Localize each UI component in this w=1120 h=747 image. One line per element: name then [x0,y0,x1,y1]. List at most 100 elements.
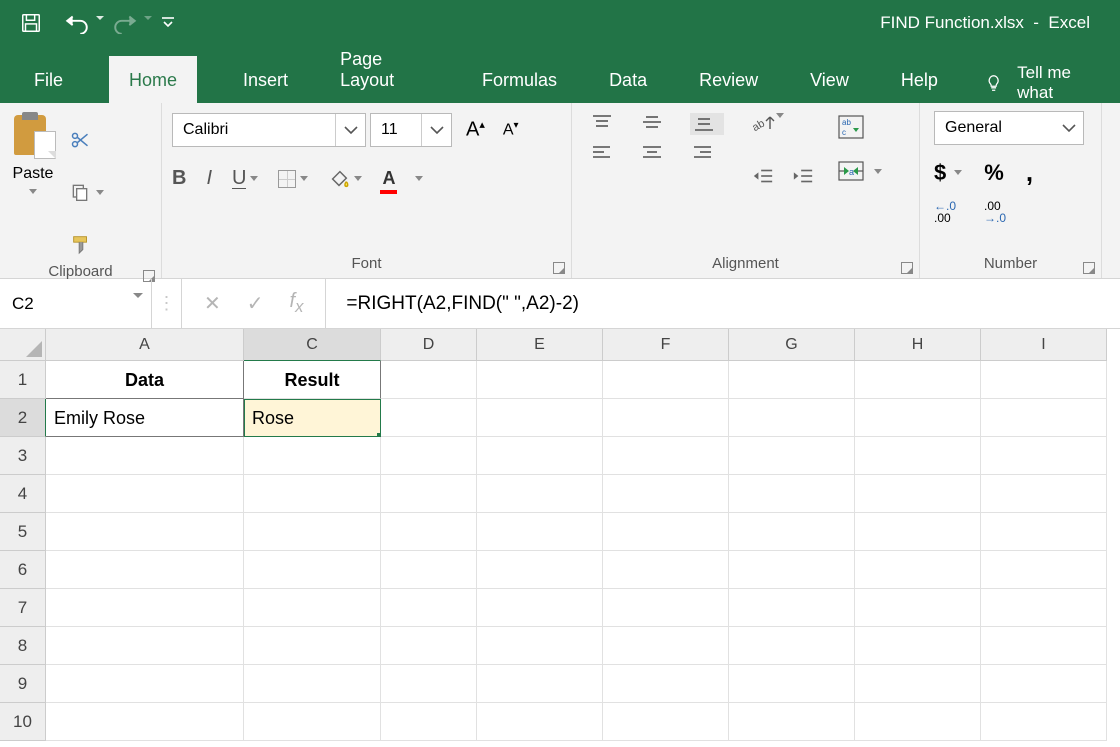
cell-d10[interactable] [381,703,477,741]
cell-h5[interactable] [855,513,981,551]
cell-a2[interactable]: Emily Rose [46,399,244,437]
cell-i10[interactable] [981,703,1107,741]
tell-me[interactable]: Tell me what [984,63,1100,103]
cell-f9[interactable] [603,665,729,703]
cell-d6[interactable] [381,551,477,589]
chevron-down-icon[interactable] [421,114,451,146]
cell-a6[interactable] [46,551,244,589]
cell-e6[interactable] [477,551,603,589]
cell-i3[interactable] [981,437,1107,475]
cell-e10[interactable] [477,703,603,741]
cell-d2[interactable] [381,399,477,437]
name-box[interactable]: C2 [0,279,152,328]
cell-c3[interactable] [244,437,381,475]
row-header-10[interactable]: 10 [0,703,46,741]
col-header-g[interactable]: G [729,329,855,361]
cell-c4[interactable] [244,475,381,513]
cell-c10[interactable] [244,703,381,741]
cell-g5[interactable] [729,513,855,551]
cell-h10[interactable] [855,703,981,741]
row-header-8[interactable]: 8 [0,627,46,665]
cell-f4[interactable] [603,475,729,513]
cell-d3[interactable] [381,437,477,475]
cut-button[interactable] [70,121,104,159]
cell-h4[interactable] [855,475,981,513]
cell-i7[interactable] [981,589,1107,627]
cell-a4[interactable] [46,475,244,513]
cell-c7[interactable] [244,589,381,627]
font-color-dropdown-icon[interactable] [415,176,423,181]
align-right-icon[interactable] [690,143,724,161]
cell-d8[interactable] [381,627,477,665]
align-center-icon[interactable] [640,143,674,161]
cell-f1[interactable] [603,361,729,399]
cell-g1[interactable] [729,361,855,399]
font-launcher-icon[interactable] [553,262,565,274]
cell-i4[interactable] [981,475,1107,513]
row-header-1[interactable]: 1 [0,361,46,399]
cell-e1[interactable] [477,361,603,399]
row-header-9[interactable]: 9 [0,665,46,703]
customize-qat-icon[interactable] [160,15,176,31]
col-header-d[interactable]: D [381,329,477,361]
cell-a1[interactable]: Data [46,361,244,399]
cell-i5[interactable] [981,513,1107,551]
increase-decimal-icon[interactable]: ←.0.00 [934,200,956,224]
cell-d9[interactable] [381,665,477,703]
decrease-decimal-icon[interactable]: .00→.0 [984,200,1006,224]
cell-g9[interactable] [729,665,855,703]
decrease-font-icon[interactable]: A▾ [503,120,519,139]
cell-e8[interactable] [477,627,603,665]
cell-i9[interactable] [981,665,1107,703]
cell-c5[interactable] [244,513,381,551]
fx-icon[interactable]: fx [290,290,304,317]
col-header-h[interactable]: H [855,329,981,361]
font-color-button[interactable]: A [382,167,395,190]
row-header-4[interactable]: 4 [0,475,46,513]
undo-icon[interactable] [64,12,90,34]
borders-dropdown-icon[interactable] [300,176,308,181]
cell-f6[interactable] [603,551,729,589]
fill-handle[interactable] [377,433,381,437]
increase-indent-icon[interactable] [792,167,814,185]
alignment-launcher-icon[interactable] [901,262,913,274]
align-left-icon[interactable] [590,143,624,161]
borders-button[interactable] [278,170,308,188]
col-header-c[interactable]: C [244,329,381,361]
col-header-i[interactable]: I [981,329,1107,361]
align-bottom-icon[interactable] [690,113,724,135]
cell-f3[interactable] [603,437,729,475]
cell-c9[interactable] [244,665,381,703]
number-launcher-icon[interactable] [1083,262,1095,274]
cell-d7[interactable] [381,589,477,627]
name-box-dropdown-icon[interactable] [133,293,143,298]
cell-i6[interactable] [981,551,1107,589]
cell-g6[interactable] [729,551,855,589]
cell-h1[interactable] [855,361,981,399]
cell-h9[interactable] [855,665,981,703]
accept-formula-icon[interactable]: ✓ [247,291,264,316]
cell-a7[interactable] [46,589,244,627]
cell-g2[interactable] [729,399,855,437]
italic-button[interactable]: I [206,167,212,190]
cell-h7[interactable] [855,589,981,627]
tab-view[interactable]: View [804,56,855,103]
percent-format-button[interactable]: % [984,160,1004,186]
cell-h6[interactable] [855,551,981,589]
tab-insert[interactable]: Insert [237,56,294,103]
merge-center-button[interactable]: a [838,161,882,181]
cell-e7[interactable] [477,589,603,627]
cell-e5[interactable] [477,513,603,551]
tab-help[interactable]: Help [895,56,944,103]
merge-dropdown-icon[interactable] [874,169,882,174]
accounting-format-button[interactable]: $ [934,160,946,186]
bold-button[interactable]: B [172,167,186,190]
cell-e4[interactable] [477,475,603,513]
cell-e2[interactable] [477,399,603,437]
decrease-indent-icon[interactable] [752,167,774,185]
cell-g4[interactable] [729,475,855,513]
fill-color-button[interactable] [328,168,362,190]
paste-button[interactable]: Paste [10,107,58,194]
save-icon[interactable] [20,12,42,34]
cell-g3[interactable] [729,437,855,475]
